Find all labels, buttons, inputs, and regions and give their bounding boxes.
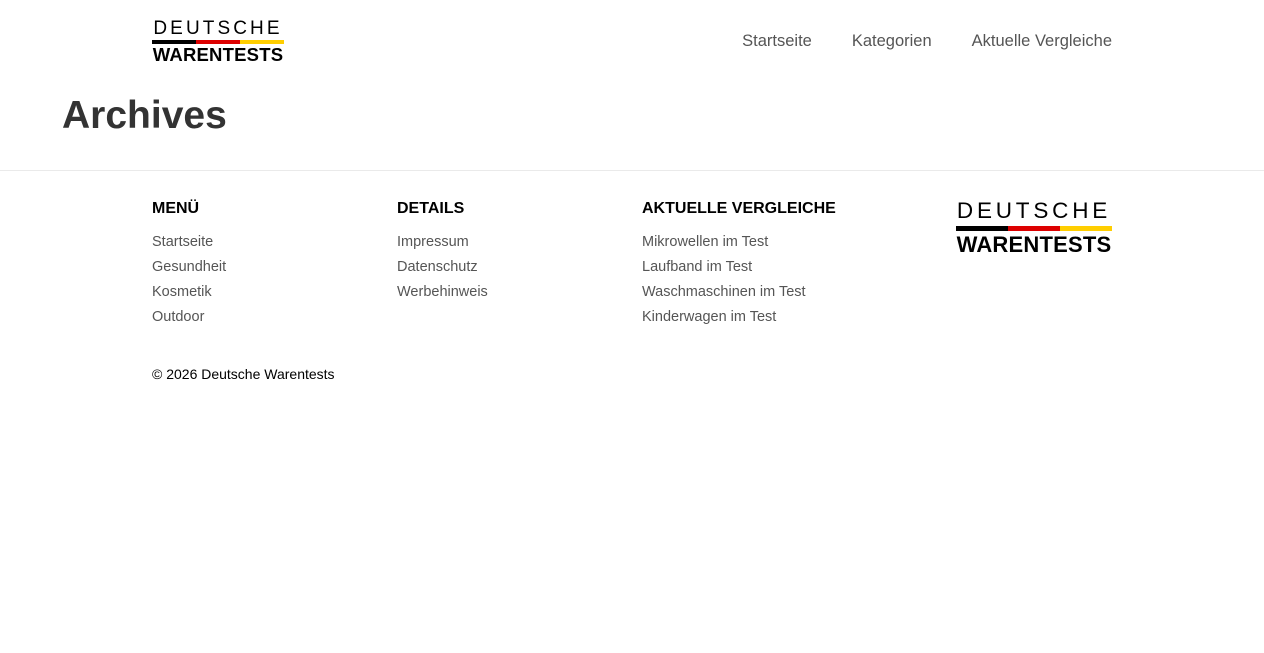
footer-details-column: DETAILS Impressum Datenschutz Werbehinwe… (397, 200, 488, 305)
logo-bottom-text: WARENTESTS (152, 44, 284, 65)
footer-link-laufband[interactable]: Laufband im Test (642, 259, 752, 275)
logo-bottom-text: WARENTESTS (956, 231, 1112, 257)
list-item: Startseite (152, 230, 226, 255)
site-logo[interactable]: DEUTSCHE WARENTESTS (152, 19, 284, 65)
list-item: Kinderwagen im Test (642, 305, 836, 330)
list-item: Mikrowellen im Test (642, 230, 836, 255)
list-item: Gesundheit (152, 255, 226, 280)
footer-menu-heading: MENÜ (152, 200, 200, 217)
footer-divider (0, 170, 1264, 171)
logo-flag-stripe (956, 225, 1112, 231)
list-item: Outdoor (152, 305, 226, 330)
footer-link-gesundheit[interactable]: Gesundheit (152, 259, 226, 275)
nav-item-kategorien[interactable]: Kategorien (852, 31, 932, 51)
footer-link-mikrowellen[interactable]: Mikrowellen im Test (642, 234, 768, 250)
logo-top-text: DEUTSCHE (956, 198, 1112, 223)
footer-link-kinderwagen[interactable]: Kinderwagen im Test (642, 309, 776, 325)
list-item: Werbehinweis (397, 280, 488, 305)
footer-link-outdoor[interactable]: Outdoor (152, 309, 204, 325)
page-title: Archives (62, 94, 227, 137)
page: DEUTSCHE WARENTESTS Startseite Kategorie… (0, 0, 1264, 653)
list-item: Kosmetik (152, 280, 226, 305)
footer-menu-list: Startseite Gesundheit Kosmetik Outdoor (152, 230, 226, 330)
footer-logo[interactable]: DEUTSCHE WARENTESTS (956, 198, 1112, 257)
main-nav: Startseite Kategorien Aktuelle Vergleich… (742, 31, 1112, 51)
footer-compare-heading: AKTUELLE VERGLEICHE (642, 200, 836, 217)
list-item: Waschmaschinen im Test (642, 280, 836, 305)
footer-link-waschmaschinen[interactable]: Waschmaschinen im Test (642, 284, 806, 300)
footer-link-kosmetik[interactable]: Kosmetik (152, 284, 212, 300)
footer-details-list: Impressum Datenschutz Werbehinweis (397, 230, 488, 305)
footer-link-werbehinweis[interactable]: Werbehinweis (397, 284, 488, 300)
footer-link-startseite[interactable]: Startseite (152, 234, 213, 250)
footer-link-datenschutz[interactable]: Datenschutz (397, 259, 478, 275)
list-item: Impressum (397, 230, 488, 255)
nav-item-startseite[interactable]: Startseite (742, 31, 812, 51)
nav-item-aktuelle-vergleiche[interactable]: Aktuelle Vergleiche (972, 31, 1112, 51)
logo-top-text: DEUTSCHE (153, 18, 283, 39)
footer-link-impressum[interactable]: Impressum (397, 234, 469, 250)
flag-gold (1060, 225, 1112, 231)
footer-details-heading: DETAILS (397, 200, 465, 217)
footer-compare-column: AKTUELLE VERGLEICHE Mikrowellen im Test … (642, 200, 836, 330)
list-item: Datenschutz (397, 255, 488, 280)
footer-compare-list: Mikrowellen im Test Laufband im Test Was… (642, 230, 836, 330)
flag-red (1008, 225, 1060, 231)
list-item: Laufband im Test (642, 255, 836, 280)
flag-black (956, 225, 1008, 231)
footer-menu-column: MENÜ Startseite Gesundheit Kosmetik Outd… (152, 200, 226, 330)
copyright-text: © 2026 Deutsche Warentests (152, 366, 335, 382)
